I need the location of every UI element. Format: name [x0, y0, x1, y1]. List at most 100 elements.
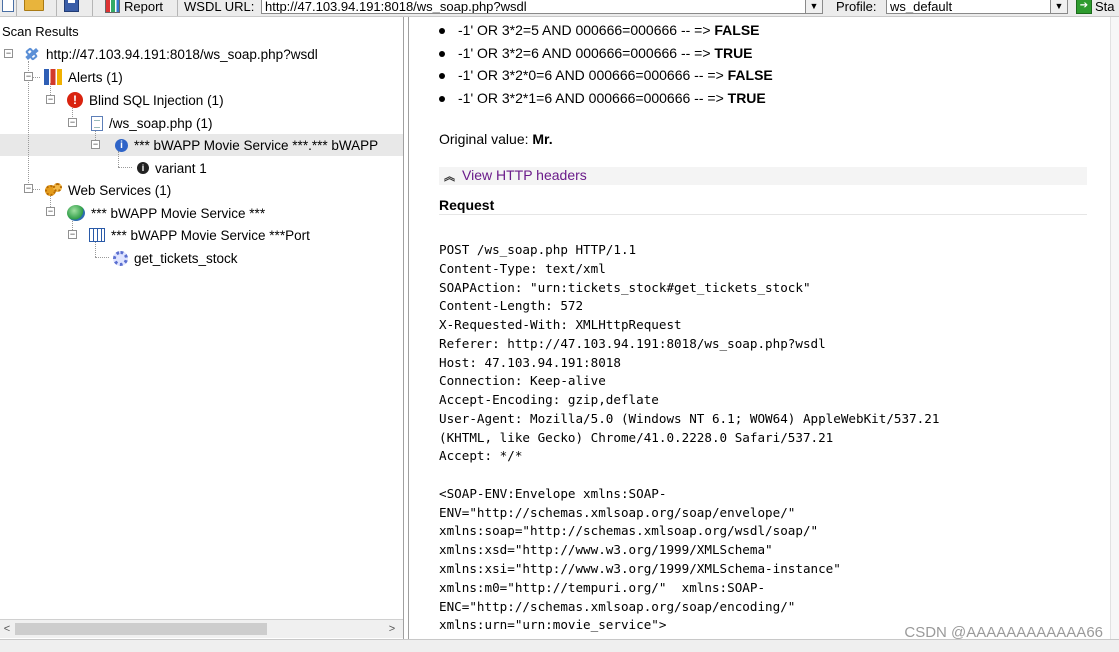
error-icon: !	[67, 92, 83, 108]
tree-collapse-toggle[interactable]: −	[46, 207, 55, 216]
web-services-gears-icon	[44, 182, 62, 198]
tree-node-root[interactable]: http://47.103.94.191:8018/ws_soap.php?ws…	[24, 44, 318, 64]
request-body: POST /ws_soap.php HTTP/1.1 Content-Type:…	[439, 241, 939, 635]
request-line: ENV="http://schemas.xmlsoap.org/soap/env…	[439, 504, 796, 520]
chevron-up-icon: ︽	[444, 171, 455, 183]
tree-collapse-toggle[interactable]: −	[91, 140, 100, 149]
start-label: Sta	[1095, 0, 1115, 14]
request-line: SOAPAction: "urn:tickets_stock#get_ticke…	[439, 279, 811, 295]
panel-title: Scan Results	[2, 24, 79, 39]
tree-node-service[interactable]: *** bWAPP Movie Service ***	[67, 203, 265, 223]
tree-connector	[95, 257, 109, 258]
alert-details-panel: -1' OR 3*2=5 AND 000666=000666 -- => FAL…	[408, 17, 1119, 639]
view-http-headers-link[interactable]: View HTTP headers	[462, 167, 587, 183]
profile-dropdown-chevron-icon[interactable]: ▼	[1050, 0, 1068, 14]
toolbar-separator	[92, 0, 93, 16]
save-icon[interactable]	[64, 0, 79, 12]
test-results-list: -1' OR 3*2=5 AND 000666=000666 -- => FAL…	[439, 22, 773, 112]
start-button[interactable]: ➔ Sta	[1076, 0, 1115, 16]
toolbar: Report WSDL URL: http://47.103.94.191:80…	[0, 0, 1119, 17]
alerts-chart-icon	[44, 69, 62, 85]
original-value-label: Original value:	[439, 131, 533, 147]
request-line: xmlns:xsi="http://www.w3.org/1999/XMLSch…	[439, 561, 841, 577]
request-line: User-Agent: Mozilla/5.0 (Windows NT 6.1;…	[439, 410, 940, 426]
tree-node-label: *** bWAPP Movie Service ***.*** bWAPP	[134, 137, 379, 153]
test-payload: -1' OR 3*2*1=6 AND 000666=000666 -- =>	[458, 89, 728, 106]
list-item: -1' OR 3*2=6 AND 000666=000666 -- => TRU…	[439, 45, 773, 68]
toolbar-separator	[16, 0, 17, 16]
operation-gear-icon	[113, 250, 128, 266]
tree-node-alerts[interactable]: Alerts (1)	[44, 67, 123, 87]
tree-node-label: http://47.103.94.191:8018/ws_soap.php?ws…	[46, 46, 318, 62]
tree-collapse-toggle[interactable]: −	[68, 230, 77, 239]
tree-node-operation[interactable]: get_tickets_stock	[113, 248, 238, 268]
target-url-icon	[24, 46, 40, 62]
view-http-headers-toggle[interactable]: ︽ View HTTP headers	[439, 167, 1087, 185]
request-line: xmlns:m0="http://tempuri.org/" xmlns:SOA…	[439, 579, 766, 595]
scan-results-panel: Scan Results − − − − − − − − http://47.1…	[0, 17, 404, 639]
port-icon	[89, 228, 105, 242]
tree-node-blind-sql[interactable]: ! Blind SQL Injection (1)	[67, 90, 224, 110]
vertical-scrollbar[interactable]	[1110, 17, 1119, 639]
list-item: -1' OR 3*2*1=6 AND 000666=000666 -- => T…	[439, 90, 773, 113]
test-result: TRUE	[727, 89, 766, 106]
report-label: Report	[124, 0, 164, 14]
tree-node-label: get_tickets_stock	[134, 250, 238, 266]
wsdl-dropdown-chevron-icon[interactable]: ▼	[805, 0, 823, 14]
tree-node-port[interactable]: *** bWAPP Movie Service ***Port	[89, 225, 310, 245]
scroll-right-icon[interactable]: >	[385, 620, 399, 638]
original-value: Original value: Mr.	[439, 131, 553, 147]
tree-collapse-toggle[interactable]: −	[46, 95, 55, 104]
new-file-icon[interactable]	[2, 0, 14, 12]
tree-collapse-toggle[interactable]: −	[24, 184, 33, 193]
page-icon	[91, 115, 103, 131]
wsdl-url-input[interactable]: http://47.103.94.191:8018/ws_soap.php?ws…	[261, 0, 806, 14]
tree-node-label: Blind SQL Injection (1)	[89, 92, 224, 108]
request-line: ENC="http://schemas.xmlsoap.org/soap/enc…	[439, 598, 796, 614]
tree-node-variant[interactable]: i variant 1	[137, 158, 207, 178]
watermark: CSDN @AAAAAAAAAAAA66	[904, 624, 1103, 641]
start-arrow-icon: ➔	[1076, 0, 1092, 14]
request-line: Referer: http://47.103.94.191:8018/ws_so…	[439, 335, 826, 351]
wsdl-url-label: WSDL URL:	[184, 0, 255, 14]
request-line: (KHTML, like Gecko) Chrome/41.0.2228.0 S…	[439, 429, 834, 445]
tree-node-selected-alert[interactable]: i *** bWAPP Movie Service ***.*** bWAPP	[115, 135, 378, 155]
test-result: FALSE	[727, 67, 773, 83]
tree-node-label: Web Services (1)	[68, 182, 172, 198]
toolbar-separator	[56, 0, 57, 16]
test-result: FALSE	[714, 22, 760, 38]
horizontal-scrollbar[interactable]: < >	[0, 619, 403, 638]
tree-collapse-toggle[interactable]: −	[24, 72, 33, 81]
request-line: xmlns:xsd="http://www.w3.org/1999/XMLSch…	[439, 542, 773, 558]
request-line: Content-Type: text/xml	[439, 260, 606, 276]
request-line: xmlns:soap="http://schemas.xmlsoap.org/w…	[439, 523, 819, 539]
toolbar-separator	[177, 0, 178, 16]
variant-icon: i	[137, 162, 149, 174]
tree-node-label: variant 1	[155, 160, 207, 176]
tree-node-page[interactable]: /ws_soap.php (1)	[91, 113, 213, 133]
service-globe-icon	[67, 205, 85, 221]
tree-node-label: *** bWAPP Movie Service ***	[91, 205, 266, 221]
test-payload: -1' OR 3*2=6 AND 000666=000666 -- =>	[458, 44, 715, 61]
request-line: Accept-Encoding: gzip,deflate	[439, 392, 659, 408]
request-line: X-Requested-With: XMLHttpRequest	[439, 317, 682, 333]
list-item: -1' OR 3*2*0=6 AND 000666=000666 -- => F…	[439, 67, 773, 90]
test-payload: -1' OR 3*2*0=6 AND 000666=000666 -- =>	[458, 67, 728, 83]
request-line: Host: 47.103.94.191:8018	[439, 354, 621, 370]
report-button[interactable]: Report	[105, 0, 163, 16]
request-title: Request	[439, 197, 495, 213]
tree-node-label: /ws_soap.php (1)	[109, 115, 213, 131]
request-line: <SOAP-ENV:Envelope xmlns:SOAP-	[439, 485, 667, 501]
test-result: TRUE	[714, 44, 753, 61]
request-line: POST /ws_soap.php HTTP/1.1	[439, 242, 637, 257]
tree-node-label: *** bWAPP Movie Service ***Port	[111, 227, 310, 243]
profile-select[interactable]: ws_default	[886, 0, 1051, 14]
scroll-left-icon[interactable]: <	[0, 620, 14, 638]
tree-node-web-services[interactable]: Web Services (1)	[44, 180, 171, 200]
scrollbar-thumb[interactable]	[15, 623, 267, 635]
profile-label: Profile:	[836, 0, 877, 14]
report-icon	[105, 0, 120, 13]
tree-collapse-toggle[interactable]: −	[4, 49, 13, 58]
open-folder-icon[interactable]	[24, 0, 44, 11]
tree-collapse-toggle[interactable]: −	[68, 118, 77, 127]
